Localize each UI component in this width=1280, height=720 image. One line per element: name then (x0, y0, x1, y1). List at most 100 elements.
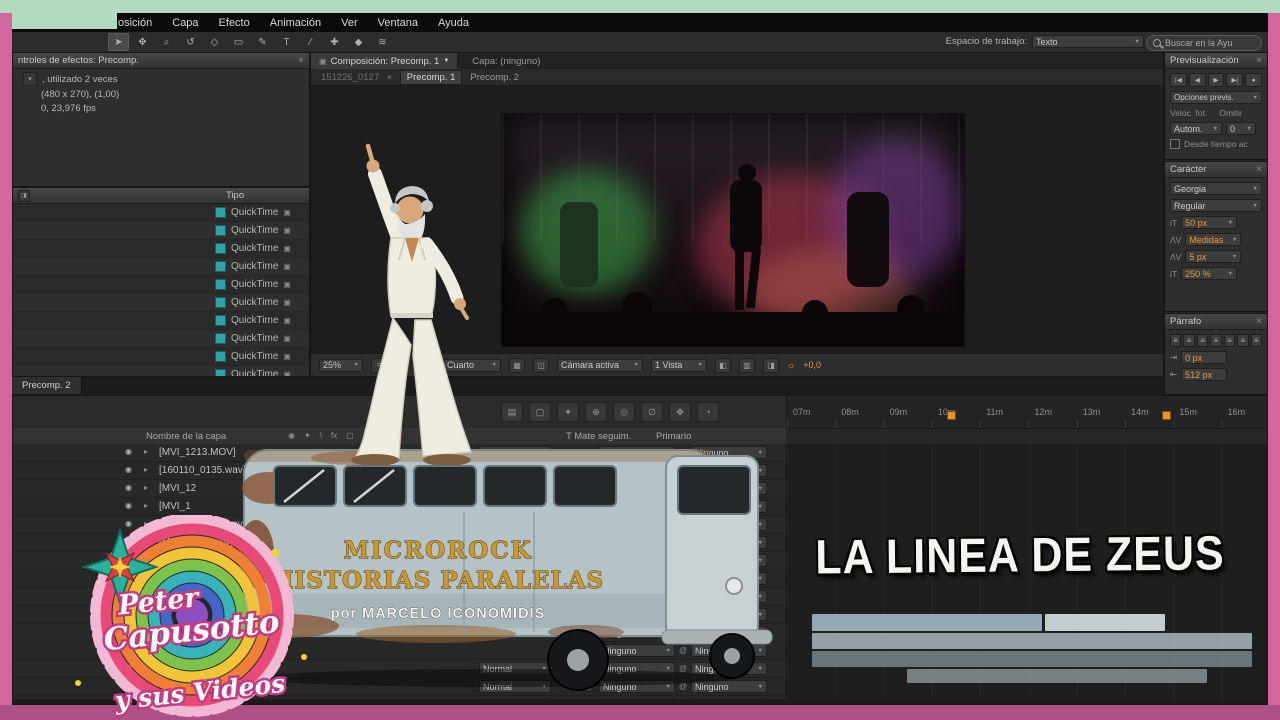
skip-dropdown[interactable]: 0 ▼ (1226, 122, 1256, 135)
close-icon[interactable]: × (1256, 164, 1262, 175)
clip-thumbnail-block[interactable] (812, 633, 1252, 649)
type-column-header[interactable]: Tipo (226, 190, 244, 201)
align-button[interactable]: ≡ (1223, 334, 1236, 347)
kerning-field[interactable]: Medidas ▼ (1185, 233, 1242, 246)
channels-icon[interactable]: ◨ (763, 357, 779, 373)
menu-item[interactable]: Ventana (378, 17, 418, 29)
time-ruler[interactable]: 07m 08m 09m 10m11m 12m 13m 14m 15m 16m (786, 396, 1267, 428)
menu-item[interactable]: Capa (172, 17, 198, 29)
tool-icon[interactable]: ➤ (108, 33, 129, 51)
project-item-row[interactable]: QuickTime ▣ (13, 294, 309, 312)
transport-button[interactable]: ▶ (1207, 73, 1225, 87)
timeline-tool-icon[interactable]: ▢ (529, 402, 551, 422)
indent-field[interactable]: 0 px (1181, 351, 1228, 364)
tab-layer[interactable]: Capa: (ninguno) (472, 56, 540, 67)
project-item-row[interactable]: QuickTime ▣ (13, 222, 309, 240)
project-item-row[interactable]: QuickTime ▣ (13, 204, 309, 222)
timeline-tool-icon[interactable]: ✥ (669, 402, 691, 422)
pixel-aspect-icon[interactable]: ◧ (715, 357, 731, 373)
subtab-dim[interactable]: 151226_0127 (321, 72, 379, 83)
project-item-row[interactable]: QuickTime ▣ (13, 258, 309, 276)
timeline-tool-icon[interactable]: ⊕ (585, 402, 607, 422)
visibility-eye-icon[interactable]: ◉ (125, 465, 132, 474)
align-button[interactable]: ≡ (1210, 334, 1222, 347)
clip-thumbnail-block[interactable] (812, 651, 1252, 667)
timeline-tab[interactable]: Precomp. 2 (12, 377, 82, 394)
timeline-graph-icon[interactable]: ▥ (739, 357, 755, 373)
align-button[interactable]: ≡ (1237, 334, 1249, 347)
tool-icon[interactable]: T (276, 33, 297, 51)
from-current-time-checkbox[interactable] (1170, 139, 1180, 149)
align-button[interactable]: ≡ (1250, 334, 1262, 347)
twirl-chevron-icon[interactable]: ▸ (144, 447, 148, 456)
spacing-field[interactable]: 512 px (1181, 368, 1228, 381)
exposure-value[interactable]: +0,0 (803, 360, 821, 370)
tool-icon[interactable]: ≋ (372, 33, 393, 51)
frame-rate-dropdown[interactable]: Autom. ▼ (1170, 122, 1222, 135)
subtab-precomp2[interactable]: Precomp. 2 (470, 72, 519, 83)
close-icon[interactable]: × (1256, 316, 1262, 327)
tool-icon[interactable]: ⌕ (156, 33, 177, 51)
help-search-input[interactable]: Buscar en la Ayu (1146, 34, 1262, 51)
menu-item[interactable]: osición (118, 17, 152, 29)
tool-icon[interactable]: ◇ (204, 33, 225, 51)
visibility-eye-icon[interactable]: ◉ (125, 483, 132, 492)
menu-item[interactable]: Ayuda (438, 17, 469, 29)
font-size-field[interactable]: 50 px ▼ (1181, 216, 1238, 229)
align-button[interactable]: ≡ (1196, 334, 1209, 347)
transport-button[interactable]: ▶| (1226, 73, 1244, 87)
visibility-eye-icon[interactable]: ◉ (125, 447, 132, 456)
view-layout-dropdown[interactable]: 1 Vista ▼ (651, 358, 707, 372)
tab-composition[interactable]: ▣ Composición: Precomp. 1 ▼ (311, 53, 459, 69)
project-item-row[interactable]: QuickTime ▣ (13, 366, 309, 376)
tool-icon[interactable]: ✥ (132, 33, 153, 51)
transport-button[interactable]: ◀ (1188, 73, 1206, 87)
font-family-dropdown[interactable]: Georgia ▼ (1170, 182, 1262, 195)
menu-item[interactable]: Ver (341, 17, 358, 29)
tool-icon[interactable]: ◆ (348, 33, 369, 51)
preview-options-dropdown[interactable]: Opciones previs. ▼ (1170, 91, 1262, 104)
align-button[interactable]: ≡ (1183, 334, 1195, 347)
project-item-row[interactable]: QuickTime ▣ (13, 348, 309, 366)
tool-icon[interactable]: ✚ (324, 33, 345, 51)
menu-item[interactable]: Animación (270, 17, 321, 29)
vertical-scale-field[interactable]: 250 % ▼ (1181, 267, 1238, 280)
visibility-eye-icon[interactable]: ◉ (125, 501, 132, 510)
tool-icon[interactable]: ✎ (252, 33, 273, 51)
menu-item[interactable]: Efecto (219, 17, 250, 29)
layer-name[interactable]: [MVI_12 (159, 483, 196, 494)
align-button[interactable]: ≡ (1170, 334, 1182, 347)
project-item-row[interactable]: QuickTime ▣ (13, 276, 309, 294)
twirl-chevron-icon[interactable]: ▸ (144, 501, 148, 510)
layer-name[interactable]: [MVI_1213.MOV] (159, 447, 236, 458)
composition-marker[interactable] (947, 411, 956, 420)
tool-icon[interactable]: ↺ (180, 33, 201, 51)
twirl-chevron-icon[interactable]: ▸ (144, 483, 148, 492)
timeline-tool-icon[interactable]: ◎ (613, 402, 635, 422)
project-item-row[interactable]: QuickTime ▣ (13, 240, 309, 258)
exposure-icon[interactable]: ☼ (787, 360, 795, 370)
camera-dropdown[interactable]: Cámara activa ▼ (557, 358, 643, 372)
tool-icon[interactable]: ∕ (300, 33, 321, 51)
close-icon[interactable]: × (1256, 55, 1262, 66)
timeline-tool-icon[interactable]: ◔ (697, 402, 719, 422)
tracking-field[interactable]: 5 px ▼ (1185, 250, 1242, 263)
clip-thumbnail-block[interactable] (1045, 614, 1165, 631)
tool-icon[interactable]: ▭ (228, 33, 249, 51)
layer-name-header[interactable]: Nombre de la capa (146, 431, 226, 442)
workspace-dropdown[interactable]: Texto ▼ (1032, 35, 1144, 48)
timeline-tool-icon[interactable]: ∅ (641, 402, 663, 422)
project-item-row[interactable]: QuickTime ▣ (13, 312, 309, 330)
close-icon[interactable]: × (298, 55, 304, 66)
clip-thumbnail-block[interactable] (907, 669, 1207, 683)
composition-marker-2[interactable] (1162, 411, 1171, 420)
subtab-precomp1[interactable]: Precomp. 1 (399, 69, 463, 85)
font-style-dropdown[interactable]: Regular ▼ (1170, 199, 1262, 212)
transport-button[interactable]: ● (1245, 73, 1262, 87)
twirl-chevron-icon[interactable]: ▸ (144, 465, 148, 474)
snapshot-icon[interactable]: ◫ (533, 357, 549, 373)
transport-button[interactable]: |◀ (1170, 73, 1187, 87)
layer-name[interactable]: [MVI_1 (159, 501, 191, 512)
clip-thumbnail-block[interactable] (812, 614, 1042, 631)
project-item-row[interactable]: QuickTime ▣ (13, 330, 309, 348)
